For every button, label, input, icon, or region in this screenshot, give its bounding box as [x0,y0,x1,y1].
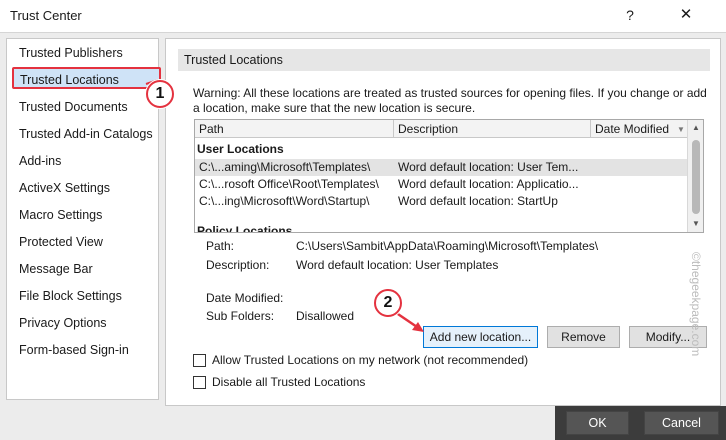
scroll-thumb[interactable] [692,140,700,214]
path-value: C:\Users\Sambit\AppData\Roaming\Microsof… [296,239,599,253]
close-icon[interactable]: ✕ [672,4,700,26]
description-label: Description: [206,258,270,272]
table-row[interactable]: C:\...ing\Microsoft\Word\Startup\ Word d… [195,193,687,210]
disable-trusted-locations-label[interactable]: Disable all Trusted Locations [212,375,365,389]
sidebar-item-protected-view[interactable]: Protected View [19,235,103,249]
group-label-user-locations: User Locations [197,142,284,156]
add-new-location-button[interactable]: Add new location... [423,326,538,348]
table-header: Path Description Date Modified ▼ [195,120,687,138]
row-path: C:\...rosoft Office\Root\Templates\ [199,177,379,191]
sub-folders-value: Disallowed [296,309,355,323]
step-marker-1: 1 [146,80,174,108]
sidebar-item-privacy-options[interactable]: Privacy Options [19,316,107,330]
row-description: Word default location: StartUp [398,194,558,208]
description-value: Word default location: User Templates [296,258,499,272]
allow-network-locations-checkbox[interactable] [193,354,206,367]
help-button[interactable]: ? [619,4,641,26]
sidebar-item-message-bar[interactable]: Message Bar [19,262,93,276]
sub-folders-label: Sub Folders: [206,309,275,323]
column-header-path[interactable]: Path [195,120,394,138]
table-scrollbar[interactable]: ▲ ▼ [687,120,703,232]
column-header-description[interactable]: Description [394,120,591,138]
window-title: Trust Center [10,8,82,23]
date-modified-label: Date Modified: [206,291,284,305]
sidebar-item-trusted-documents[interactable]: Trusted Documents [19,100,128,114]
sidebar-nav: Trusted Publishers Trusted Locations Tru… [6,38,161,400]
group-label-policy-locations: Policy Locations [197,224,293,233]
sidebar-item-addins[interactable]: Add-ins [19,154,61,168]
row-path: C:\...ing\Microsoft\Word\Startup\ [199,194,370,208]
remove-button[interactable]: Remove [547,326,620,348]
cancel-button[interactable]: Cancel [644,411,719,435]
sidebar-item-macro-settings[interactable]: Macro Settings [19,208,102,222]
path-label: Path: [206,239,235,253]
table-row[interactable]: C:\...aming\Microsoft\Templates\ Word de… [195,159,687,176]
sort-arrow-icon: ▼ [677,125,685,134]
row-description: Word default location: Applicatio... [398,177,579,191]
sidebar-item-activex-settings[interactable]: ActiveX Settings [19,181,110,195]
watermark: ©thegeekpage.com [689,252,703,357]
section-header: Trusted Locations [178,49,710,71]
sidebar-item-trusted-publishers[interactable]: Trusted Publishers [19,46,123,60]
ok-button[interactable]: OK [566,411,629,435]
row-path: C:\...aming\Microsoft\Templates\ [199,160,371,174]
step-marker-2: 2 [374,289,402,317]
title-bar: Trust Center ? ✕ [0,0,726,32]
sidebar-item-form-based-sign-in[interactable]: Form-based Sign-in [19,343,129,357]
scroll-down-icon[interactable]: ▼ [688,216,703,232]
warning-text: Warning: All these locations are treated… [193,86,707,115]
sidebar-item-trusted-addin-catalogs[interactable]: Trusted Add-in Catalogs [19,127,153,141]
column-header-date-modified[interactable]: Date Modified [591,120,687,138]
disable-trusted-locations-checkbox[interactable] [193,376,206,389]
row-description: Word default location: User Tem... [398,160,579,174]
scroll-up-icon[interactable]: ▲ [688,120,703,136]
trusted-locations-panel: Trusted Locations Warning: All these loc… [165,38,721,406]
sidebar-item-trusted-locations[interactable]: Trusted Locations [12,67,161,89]
sidebar-item-file-block-settings[interactable]: File Block Settings [19,289,122,303]
allow-network-locations-label[interactable]: Allow Trusted Locations on my network (n… [212,353,528,367]
table-row[interactable]: C:\...rosoft Office\Root\Templates\ Word… [195,176,687,193]
locations-table: Path Description Date Modified ▼ User Lo… [194,119,704,233]
